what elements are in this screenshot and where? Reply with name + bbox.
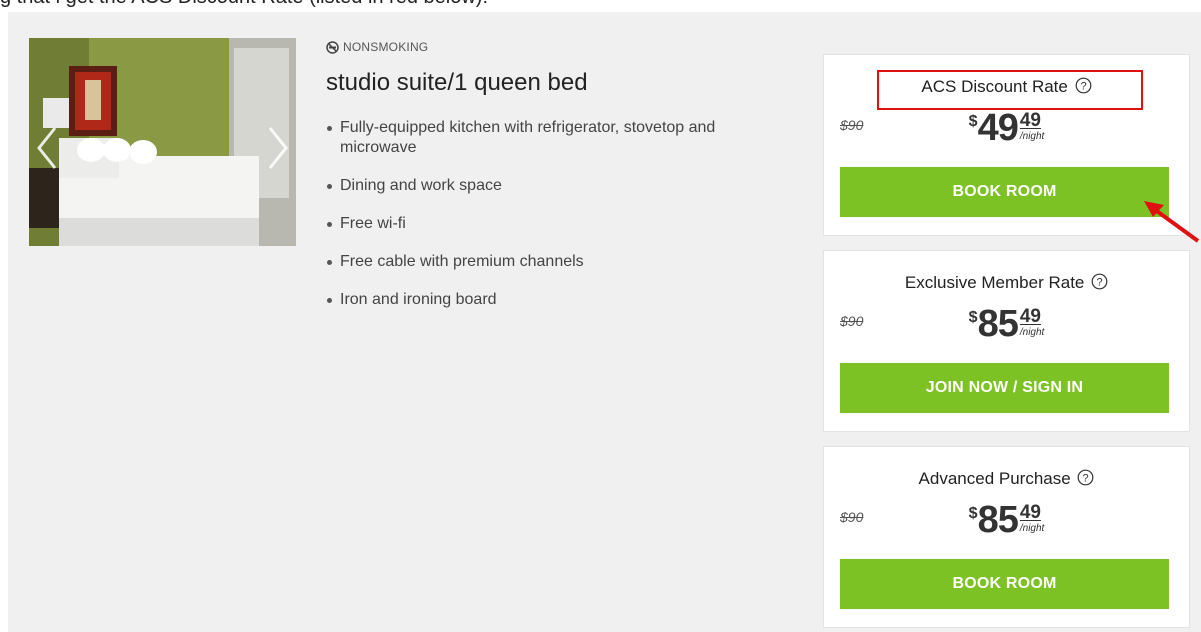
member-price: $ 85 49 /night (824, 303, 1189, 353)
nonsmoking-badge: NONSMOKING (326, 38, 786, 56)
photo-next-button[interactable] (266, 126, 290, 170)
svg-text:?: ? (1097, 277, 1103, 289)
rate-card-exclusive-member: Exclusive Member Rate ? $90 $ 85 49 /nig… (823, 250, 1190, 432)
rate-name-label: ACS Discount Rate (921, 77, 1068, 96)
rate-name-label: Exclusive Member Rate (904, 273, 1085, 292)
room-details: NONSMOKING studio suite/1 queen bed Full… (326, 38, 786, 328)
room-photo[interactable] (29, 38, 296, 246)
price-whole: 85 (977, 499, 1019, 541)
room-title: studio suite/1 queen bed (326, 69, 588, 96)
price-unit: /night (1019, 131, 1045, 142)
price-unit: /night (1019, 523, 1045, 534)
price-cents: 49 (1019, 306, 1041, 327)
rate-name: Exclusive Member Rate ? (824, 271, 1189, 295)
rate-name: Advanced Purchase ? (824, 467, 1189, 491)
price-currency: $ (968, 113, 978, 130)
price-currency: $ (968, 505, 978, 522)
amenity-item: Dining and work space (326, 176, 726, 196)
amenities-list: Fully-equipped kitchen with refrigerator… (326, 118, 786, 310)
amenity-item: Free cable with premium channels (326, 252, 726, 272)
price-whole: 85 (977, 303, 1019, 345)
svg-text:?: ? (1080, 81, 1086, 93)
nonsmoking-label: NONSMOKING (343, 40, 429, 54)
hotel-room-photo (29, 38, 296, 246)
help-icon[interactable]: ? (1091, 273, 1108, 290)
book-room-button[interactable]: BOOK ROOM (840, 167, 1169, 217)
rate-name: ACS Discount Rate ? (824, 75, 1189, 99)
rate-card-advanced-purchase: Advanced Purchase ? $90 $ 85 49 /night B… (823, 446, 1190, 628)
price-cents: 49 (1019, 110, 1041, 131)
amenity-item: Iron and ironing board (326, 290, 726, 310)
book-room-button[interactable]: BOOK ROOM (840, 559, 1169, 609)
amenity-item: Fully-equipped kitchen with refrigerator… (326, 118, 726, 158)
chevron-right-icon (268, 127, 288, 169)
document-caption: g that i get the ACS Discount Rate (list… (0, 0, 488, 8)
no-smoking-icon (326, 40, 339, 54)
rate-name-label: Advanced Purchase (918, 469, 1071, 488)
price-cents: 49 (1019, 502, 1041, 523)
photo-prev-button[interactable] (35, 126, 59, 170)
advanced-price: $ 85 49 /night (824, 499, 1189, 549)
price-whole: 49 (977, 107, 1019, 149)
join-now-sign-in-button[interactable]: JOIN NOW / SIGN IN (840, 363, 1169, 413)
svg-text:?: ? (1083, 473, 1089, 485)
chevron-left-icon (37, 127, 57, 169)
rate-card-acs-discount: ACS Discount Rate ? $90 $ 49 49 /night B… (823, 54, 1190, 236)
help-icon[interactable]: ? (1077, 469, 1094, 486)
price-unit: /night (1019, 327, 1045, 338)
price-currency: $ (968, 309, 978, 326)
amenity-item: Free wi-fi (326, 214, 726, 234)
discount-price: $ 49 49 /night (824, 107, 1189, 157)
help-icon[interactable]: ? (1075, 77, 1092, 94)
